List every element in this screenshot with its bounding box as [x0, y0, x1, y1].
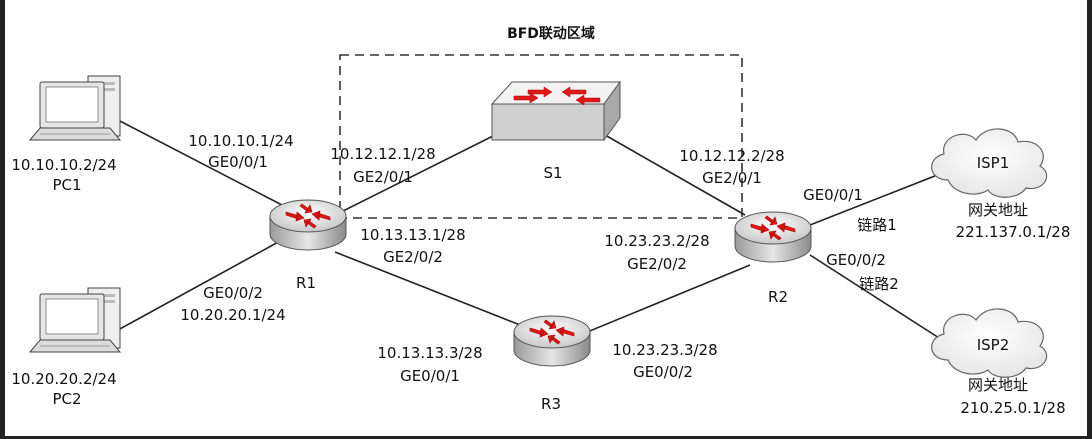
r2-r3-if-label: GE2/0/2	[627, 255, 687, 273]
isp2-name-label: ISP2	[977, 336, 1010, 354]
s1-name-label: S1	[543, 164, 562, 182]
r2-name-label: R2	[768, 288, 788, 306]
r3-r2-if-label: GE0/0/2	[633, 363, 693, 381]
r3-r2-ip-label: 10.23.23.3/28	[612, 341, 717, 359]
pc2-name-label: PC2	[52, 390, 81, 408]
bfd-region-title: BFD联动区域	[507, 25, 595, 42]
isp1-gateway-ip: 221.137.0.1/28	[956, 223, 1071, 241]
pc2-desktop-computer-icon	[28, 287, 122, 353]
pc1-desktop-computer-icon	[28, 75, 122, 141]
r3-r1-ip-label: 10.13.13.3/28	[377, 344, 482, 362]
r1-r3-ip-label: 10.13.13.1/28	[360, 226, 465, 244]
isp1-name-label: ISP1	[977, 154, 1010, 172]
r2-isp2-link-label: 链路2	[859, 275, 899, 293]
network-topology-diagram: BFD联动区域 10.10.10.2/24 PC1 10.20.20.2/24 …	[11, 25, 1071, 417]
r2-isp1-link-label: 链路1	[857, 216, 897, 234]
r1-r3-if-label: GE2/0/2	[383, 248, 443, 266]
s1-switch-icon	[490, 80, 621, 142]
r2-r3-ip-label: 10.23.23.2/28	[604, 232, 709, 250]
link-r3-r2	[579, 264, 751, 336]
r1-s1-ip-label: 10.12.12.1/28	[330, 145, 435, 163]
isp2-gateway-ip: 210.25.0.1/28	[960, 399, 1065, 417]
r2-router-icon	[734, 211, 812, 263]
r1-router-icon	[269, 199, 347, 251]
r1-name-label: R1	[296, 274, 316, 292]
r2-isp2-if-label: GE0/0/2	[826, 251, 886, 269]
r1-s1-if-label: GE2/0/1	[353, 168, 413, 186]
r2-s1-if-label: GE2/0/1	[702, 169, 762, 187]
r1-pc1-ip-label: 10.10.10.1/24	[188, 132, 293, 150]
r3-router-icon	[513, 315, 591, 367]
r2-isp1-if-label: GE0/0/1	[803, 186, 863, 204]
isp2-gateway-label: 网关地址	[968, 376, 1028, 394]
pc1-name-label: PC1	[52, 176, 81, 194]
r1-pc2-ip-label: 10.20.20.1/24	[180, 306, 285, 324]
r1-pc2-if-label: GE0/0/2	[203, 284, 263, 302]
pc2-ip-label: 10.20.20.2/24	[11, 370, 116, 388]
r3-name-label: R3	[541, 395, 561, 413]
r3-r1-if-label: GE0/0/1	[400, 367, 460, 385]
pc1-ip-label: 10.10.10.2/24	[11, 156, 116, 174]
r2-s1-ip-label: 10.12.12.2/28	[679, 147, 784, 165]
isp1-gateway-label: 网关地址	[968, 201, 1028, 219]
r1-pc1-if-label: GE0/0/1	[208, 153, 268, 171]
